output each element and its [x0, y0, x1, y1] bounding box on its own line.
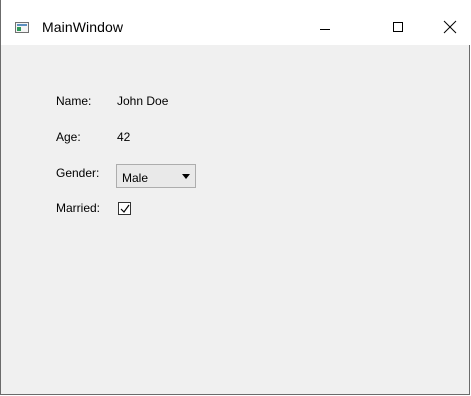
gender-selected-value: Male — [122, 171, 149, 185]
title-bar[interactable]: MainWindow — [1, 0, 471, 45]
minimize-button[interactable] — [308, 14, 354, 44]
age-value: 42 — [117, 130, 131, 144]
married-checkbox[interactable] — [118, 202, 131, 215]
close-button[interactable] — [425, 14, 471, 44]
maximize-icon — [393, 22, 403, 32]
age-label: Age: — [56, 130, 81, 144]
name-value: John Doe — [117, 94, 169, 108]
married-label: Married: — [56, 201, 101, 215]
main-window: MainWindow Name: John Doe Age: 42 Gender… — [0, 0, 471, 395]
gender-dropdown[interactable]: Male — [116, 164, 196, 188]
minimize-icon — [320, 29, 330, 30]
chevron-down-icon — [182, 174, 190, 179]
close-icon — [443, 20, 457, 34]
name-label: Name: — [56, 94, 92, 108]
window-title: MainWindow — [42, 19, 124, 35]
app-icon[interactable] — [15, 22, 29, 33]
gender-label: Gender: — [56, 166, 100, 180]
maximize-button[interactable] — [375, 14, 421, 44]
checkmark-icon — [120, 204, 130, 213]
